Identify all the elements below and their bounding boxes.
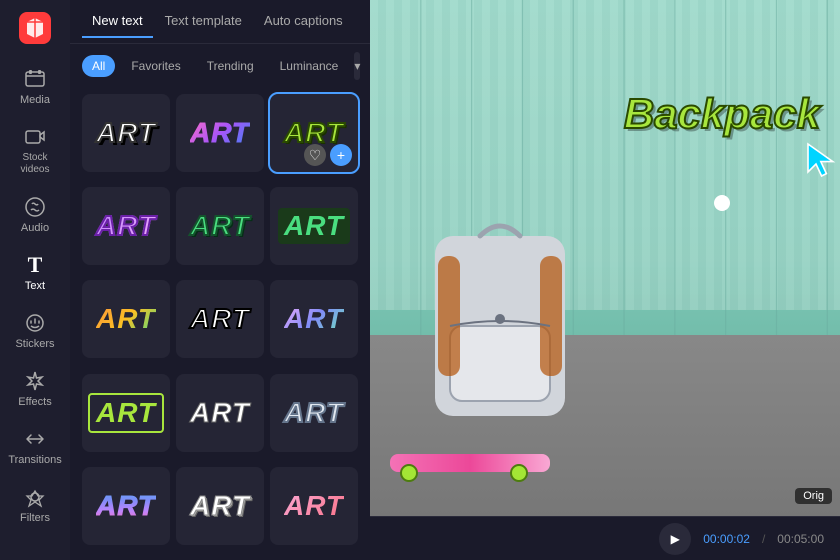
text-card-11[interactable]: ART (176, 374, 264, 452)
text-card-3[interactable]: ART ♡ + (270, 94, 358, 172)
sidebar-item-media[interactable]: Media (5, 60, 65, 114)
sidebar-item-stock-videos[interactable]: Stock videos (5, 118, 65, 184)
sidebar-item-stickers[interactable]: Stickers (5, 304, 65, 358)
effects-icon (24, 370, 46, 392)
text-panel: New text Text template Auto captions All… (70, 0, 370, 560)
text-card-6[interactable]: ART (270, 187, 358, 265)
text-card-label-11: ART (190, 397, 250, 429)
text-card-14[interactable]: ART (176, 467, 264, 545)
filter-trending[interactable]: Trending (197, 55, 264, 77)
sidebar-item-transitions-label: Transitions (8, 454, 61, 466)
text-card-label-10: ART (88, 393, 164, 433)
sidebar-item-filters[interactable]: Filters (5, 478, 65, 532)
text-icon: T (24, 254, 46, 276)
text-card-label-7: ART (96, 303, 156, 335)
text-card-10[interactable]: ART (82, 374, 170, 452)
filter-dropdown-button[interactable]: ▾ (354, 52, 360, 80)
sidebar-item-audio[interactable]: Audio (5, 188, 65, 242)
tab-auto-captions[interactable]: Auto captions (254, 5, 353, 38)
time-separator: / (762, 532, 765, 546)
text-card-label-13: ART (96, 490, 156, 522)
text-card-4[interactable]: ART (82, 187, 170, 265)
filter-luminance[interactable]: Luminance (270, 55, 349, 77)
sidebar-item-effects-label: Effects (18, 396, 51, 408)
stickers-icon (24, 312, 46, 334)
text-card-7[interactable]: ART (82, 280, 170, 358)
text-card-15[interactable]: ART (270, 467, 358, 545)
text-card-label-1: ART (96, 117, 156, 149)
sidebar-item-stock-label: Stock videos (11, 152, 59, 176)
transform-control-dot[interactable] (714, 195, 730, 211)
add-text-button[interactable]: + (330, 144, 352, 166)
text-style-grid: ART ART ART ♡ + ART ART ART ART ART (70, 88, 370, 560)
preview-text-backpack: Backpack (624, 90, 820, 138)
sidebar-item-audio-label: Audio (21, 222, 49, 234)
tab-bar: New text Text template Auto captions (70, 0, 370, 44)
sidebar-item-transitions[interactable]: Transitions (5, 420, 65, 474)
text-card-label-2: ART (190, 117, 250, 149)
favorite-button[interactable]: ♡ (304, 144, 326, 166)
cursor-arrow (800, 140, 840, 180)
media-icon (24, 68, 46, 90)
text-card-1[interactable]: ART (82, 94, 170, 172)
current-time: 00:00:02 (703, 532, 750, 546)
stock-videos-icon (24, 126, 46, 148)
sidebar-item-filters-label: Filters (20, 512, 50, 524)
sidebar-item-effects[interactable]: Effects (5, 362, 65, 416)
text-card-label-14: ART (190, 490, 250, 522)
filters-icon (24, 486, 46, 508)
transitions-icon (24, 428, 46, 450)
orig-badge: Orig (795, 486, 832, 504)
text-card-label-5: ART (190, 210, 250, 242)
filter-all[interactable]: All (82, 55, 115, 77)
text-card-label-8: ART (190, 303, 250, 335)
filter-favorites[interactable]: Favorites (121, 55, 190, 77)
sidebar-item-stickers-label: Stickers (15, 338, 54, 350)
text-card-12[interactable]: ART (270, 374, 358, 452)
text-card-13[interactable]: ART (82, 467, 170, 545)
sidebar-item-text[interactable]: T Text (5, 246, 65, 300)
text-card-label-15: ART (284, 490, 344, 522)
playback-bar: ▶ 00:00:02 / 00:05:00 (370, 516, 840, 560)
text-card-5[interactable]: ART (176, 187, 264, 265)
text-card-8[interactable]: ART (176, 280, 264, 358)
text-card-label-4: ART (96, 210, 156, 242)
app-logo (17, 10, 53, 46)
sidebar-item-media-label: Media (20, 94, 50, 106)
total-time: 00:05:00 (777, 532, 824, 546)
tab-text-template[interactable]: Text template (155, 5, 252, 38)
play-button[interactable]: ▶ (659, 523, 691, 555)
preview-area: Backpack Orig ▶ 00:00:02 / 00:05:00 (370, 0, 840, 560)
filter-bar: All Favorites Trending Luminance ▾ (70, 44, 370, 88)
text-card-2[interactable]: ART (176, 94, 264, 172)
preview-canvas[interactable]: Backpack Orig (370, 0, 840, 516)
sidebar-item-text-label: Text (25, 280, 45, 292)
text-card-9[interactable]: ART (270, 280, 358, 358)
text-card-label-12: ART (284, 397, 344, 429)
tab-new-text[interactable]: New text (82, 5, 153, 38)
text-card-label-9: ART (284, 303, 344, 335)
audio-icon (24, 196, 46, 218)
text-card-overlay: ♡ + (304, 144, 352, 166)
sidebar: Media Stock videos Audio T Text (0, 0, 70, 560)
text-card-label-6: ART (278, 208, 350, 244)
